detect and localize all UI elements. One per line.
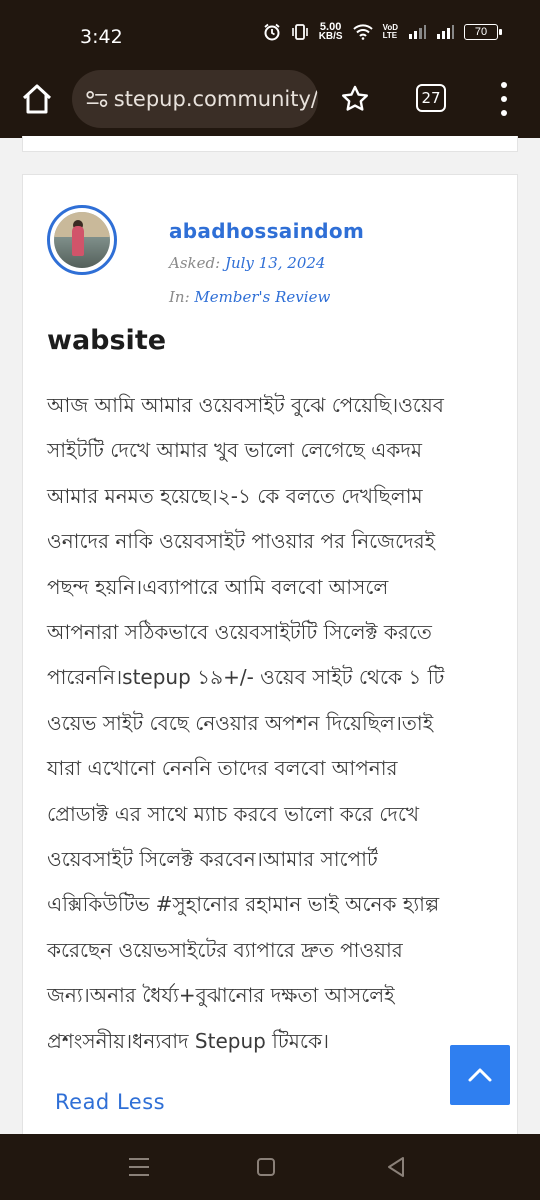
url-bar[interactable]: stepup.community/ xyxy=(72,70,318,128)
home-nav-icon[interactable] xyxy=(257,1158,275,1176)
recents-icon[interactable] xyxy=(129,1158,149,1176)
body-line: ওনাদের নাকি ওয়েবসাইট পাওয়ার পর নিজেদের… xyxy=(47,529,436,554)
body-line: আপনারা সঠিকভাবে ওয়েবসাইটটি সিলেক্ট করতে xyxy=(47,620,432,645)
system-nav-bar xyxy=(0,1134,540,1200)
back-icon[interactable] xyxy=(386,1156,406,1178)
question-title: wabsite xyxy=(47,325,167,356)
body-line: করেছেন ওয়েভসাইটের ব্যাপারে দ্রুত পাওয়া… xyxy=(47,937,403,962)
category-link[interactable]: Member's Review xyxy=(194,288,330,306)
battery-icon: 70 xyxy=(464,24,502,40)
body-line: যারা এখোনো নেননি তাদের বলবো আপনার xyxy=(47,756,398,781)
asked-date[interactable]: July 13, 2024 xyxy=(225,254,326,272)
body-line: পারেননি।stepup ১৯+/- ওয়েব সাইট থেকে ১ ট… xyxy=(47,665,445,690)
body-line: আমার মনমত হয়েছে।২-১ কে বলতে দেখছিলাম xyxy=(47,483,423,508)
vibrate-icon xyxy=(291,24,308,40)
body-line: পছন্দ হয়নি।এব্যাপারে আমি বলবো আসলে xyxy=(47,574,389,599)
speed-unit: KB/S xyxy=(318,31,343,42)
volte-bottom: LTE xyxy=(382,31,398,40)
category-line: In: Member's Review xyxy=(169,288,330,306)
avatar[interactable] xyxy=(47,205,117,275)
url-text: stepup.community/ xyxy=(113,87,318,111)
status-time: 3:42 xyxy=(80,26,123,48)
tune-icon[interactable] xyxy=(86,88,108,110)
signal-icon xyxy=(437,25,454,39)
body-line: এক্সিকিউটিভ #সুহানোর রহামান ভাই অনেক হ্য… xyxy=(47,892,440,917)
body-line: প্রশংসনীয়।ধন্যবাদ Stepup টিমকে। xyxy=(47,1028,330,1053)
question-body: আজ আমি আমার ওয়েবসাইট বুঝে পেয়েছি।ওয়েব… xyxy=(47,383,497,1064)
wifi-icon xyxy=(352,24,373,40)
status-icons: 5.00 KB/S VoD LTE 70 xyxy=(263,22,502,42)
scroll-to-top-button[interactable] xyxy=(450,1045,510,1105)
tabs-icon[interactable]: 27 xyxy=(416,84,446,112)
network-speed: 5.00 KB/S xyxy=(319,22,343,42)
browser-toolbar: stepup.community/ 27 xyxy=(0,70,540,138)
body-line: জন্য।অনার ধৈর্য্য+বুঝানোর দক্ষতা আসলেই xyxy=(47,983,395,1008)
alarm-icon xyxy=(264,23,280,41)
body-line: আজ আমি আমার ওয়েবসাইট বুঝে পেয়েছি।ওয়েব xyxy=(47,393,444,417)
more-vert-icon[interactable] xyxy=(494,82,514,116)
read-less-link[interactable]: Read Less xyxy=(55,1090,165,1114)
category-label: In: xyxy=(169,288,190,306)
asked-label: Asked: xyxy=(169,254,221,272)
star-icon[interactable] xyxy=(340,84,370,114)
body-line: প্রোডাক্ট এর সাথে ম্যাচ করবে ভালো করে দে… xyxy=(47,801,420,826)
status-bar: 3:42 5.00 KB/S VoD LTE 70 xyxy=(0,0,540,70)
home-icon[interactable] xyxy=(20,82,54,116)
asked-date-line: Asked: July 13, 2024 xyxy=(169,254,325,272)
author-name[interactable]: abadhossaindom xyxy=(169,219,364,243)
previous-card xyxy=(22,136,518,152)
volte-indicator: VoD LTE xyxy=(383,24,398,40)
body-line: ওয়েভ সাইট বেছে নেওয়ার অপশন দিয়েছিল।তা… xyxy=(47,710,434,735)
body-line: সাইটটি দেখে আমার খুব ভালো লেগেছে একদম xyxy=(47,438,422,463)
body-line: ওয়েবসাইট সিলেক্ট করবেন।আমার সাপোর্ট xyxy=(47,847,378,872)
signal-icon xyxy=(409,25,426,39)
question-card: abadhossaindom Asked: July 13, 2024 In: … xyxy=(22,174,518,1139)
chevron-up-icon xyxy=(468,1068,492,1082)
